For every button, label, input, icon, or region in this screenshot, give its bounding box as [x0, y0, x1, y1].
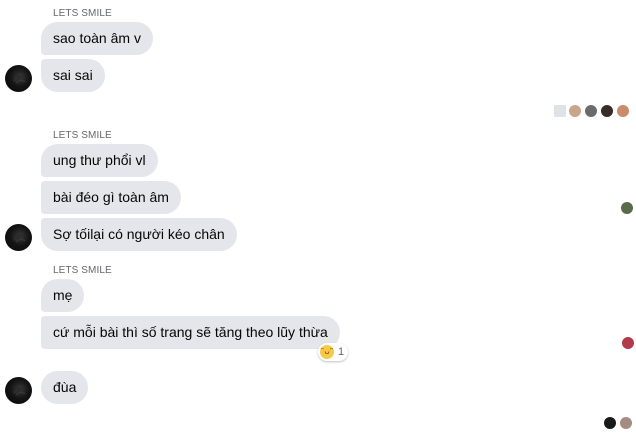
- reaction-count: 1: [338, 346, 345, 358]
- message-bubble[interactable]: sao toàn âm v: [41, 22, 153, 55]
- read-receipt-avatar[interactable]: [600, 104, 614, 118]
- read-receipt-avatar[interactable]: [620, 201, 634, 215]
- message-bubble[interactable]: ung thư phổi vl: [41, 144, 158, 177]
- chat-thread: LETS SMILE sao toàn âm v sai sai LETS SM…: [0, 0, 636, 435]
- read-receipt-avatar[interactable]: [616, 104, 630, 118]
- avatar-image-icon: [13, 387, 26, 396]
- message-bubble[interactable]: đùa: [41, 371, 89, 404]
- avatar-image-icon: [13, 75, 26, 84]
- sender-name: LETS SMILE: [53, 265, 112, 276]
- message-bubble[interactable]: sai sai: [41, 59, 105, 92]
- avatar-image-icon: [13, 234, 26, 243]
- read-receipt-avatar[interactable]: [584, 104, 598, 118]
- read-receipt-avatar[interactable]: [619, 416, 633, 430]
- read-receipt-avatar[interactable]: [621, 336, 635, 350]
- message-bubble[interactable]: bài đéo gì toàn âm: [41, 181, 181, 214]
- message-reaction[interactable]: ᵔᴗᵔ 1: [318, 343, 349, 361]
- read-receipt-avatar[interactable]: [603, 416, 617, 430]
- sender-avatar[interactable]: [5, 65, 32, 92]
- sender-avatar[interactable]: [5, 224, 32, 251]
- sender-name: LETS SMILE: [53, 130, 112, 141]
- laughing-emoji-icon: ᵔᴗᵔ: [320, 345, 334, 359]
- sender-avatar[interactable]: [5, 377, 32, 404]
- message-bubble[interactable]: Sợ tốilại có người kéo chân: [41, 218, 237, 251]
- message-bubble[interactable]: mẹ: [41, 279, 85, 312]
- sender-name: LETS SMILE: [53, 8, 112, 19]
- read-receipt-avatar[interactable]: [568, 104, 582, 118]
- message-bubble[interactable]: cứ mỗi bài thì số trang sẽ tăng theo lũy…: [41, 316, 340, 349]
- read-receipt-avatar[interactable]: [553, 104, 567, 118]
